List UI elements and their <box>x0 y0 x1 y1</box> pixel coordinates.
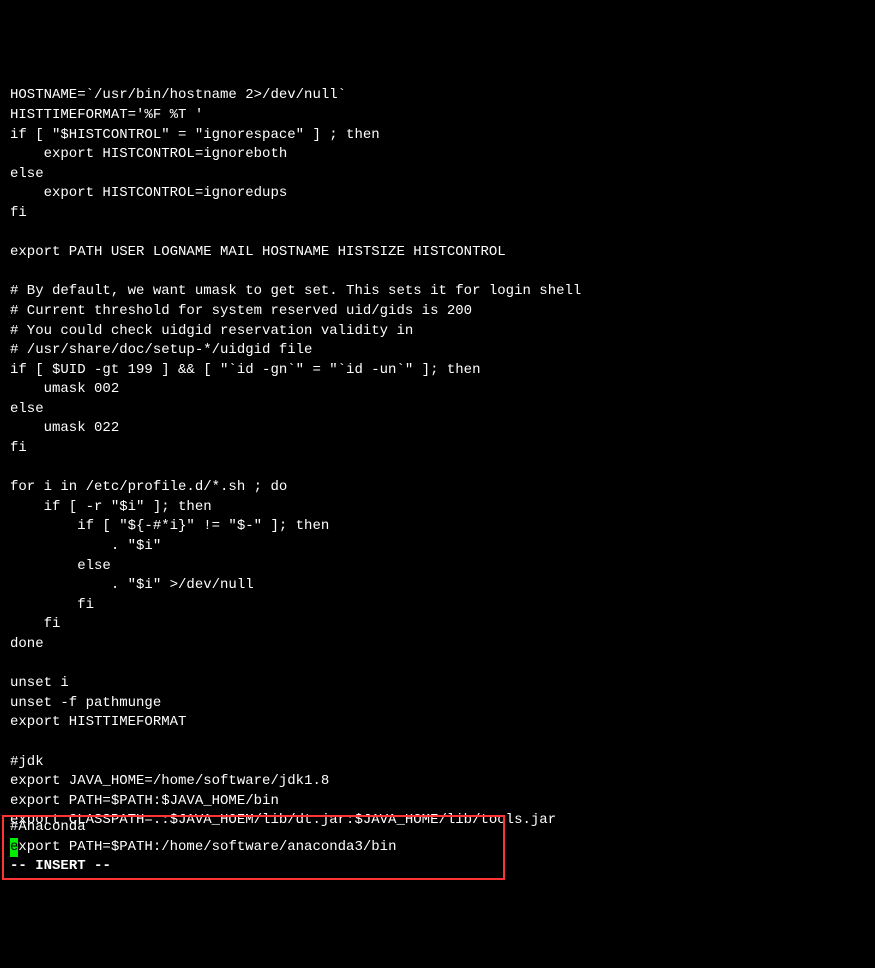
anaconda-comment: #Anaconda <box>10 818 497 838</box>
anaconda-export-line: export PATH=$PATH:/home/software/anacond… <box>10 838 497 858</box>
mode-name: INSERT <box>35 858 85 874</box>
code-line: # Current threshold for system reserved … <box>10 302 865 322</box>
editor-content[interactable]: HOSTNAME=`/usr/bin/hostname 2>/dev/null`… <box>10 86 865 831</box>
code-line: unset i <box>10 674 865 694</box>
code-line: #jdk <box>10 753 865 773</box>
code-line: else <box>10 165 865 185</box>
code-line: HISTTIMEFORMAT='%F %T ' <box>10 106 865 126</box>
code-line: fi <box>10 204 865 224</box>
code-line: if [ $UID -gt 199 ] && [ "`id -gn`" = "`… <box>10 361 865 381</box>
code-line: export HISTCONTROL=ignoredups <box>10 184 865 204</box>
code-line: export HISTCONTROL=ignoreboth <box>10 145 865 165</box>
code-line: . "$i" <box>10 537 865 557</box>
code-line <box>10 733 865 753</box>
code-line: export PATH USER LOGNAME MAIL HOSTNAME H… <box>10 243 865 263</box>
code-line: fi <box>10 615 865 635</box>
code-line: # By default, we want umask to get set. … <box>10 282 865 302</box>
code-line: export HISTTIMEFORMAT <box>10 713 865 733</box>
code-line: else <box>10 400 865 420</box>
code-line: done <box>10 635 865 655</box>
code-line: # You could check uidgid reservation val… <box>10 322 865 342</box>
code-line <box>10 224 865 244</box>
code-line: # /usr/share/doc/setup-*/uidgid file <box>10 341 865 361</box>
code-line: if [ "$HISTCONTROL" = "ignorespace" ] ; … <box>10 126 865 146</box>
code-line: for i in /etc/profile.d/*.sh ; do <box>10 478 865 498</box>
code-line: fi <box>10 439 865 459</box>
code-line: else <box>10 557 865 577</box>
highlighted-section: #Anacondaexport PATH=$PATH:/home/softwar… <box>2 815 505 880</box>
code-line <box>10 459 865 479</box>
code-line: HOSTNAME=`/usr/bin/hostname 2>/dev/null` <box>10 86 865 106</box>
code-line: umask 022 <box>10 419 865 439</box>
code-line: if [ "${-#*i}" != "$-" ]; then <box>10 517 865 537</box>
code-line: . "$i" >/dev/null <box>10 576 865 596</box>
code-line: umask 002 <box>10 380 865 400</box>
code-line: export PATH=$PATH:$JAVA_HOME/bin <box>10 792 865 812</box>
code-line <box>10 263 865 283</box>
vim-mode-indicator: -- INSERT -- <box>10 857 497 877</box>
code-line <box>10 655 865 675</box>
code-line: if [ -r "$i" ]; then <box>10 498 865 518</box>
code-line: export JAVA_HOME=/home/software/jdk1.8 <box>10 772 865 792</box>
code-line: fi <box>10 596 865 616</box>
code-line: unset -f pathmunge <box>10 694 865 714</box>
export-text: xport PATH=$PATH:/home/software/anaconda… <box>18 839 396 855</box>
